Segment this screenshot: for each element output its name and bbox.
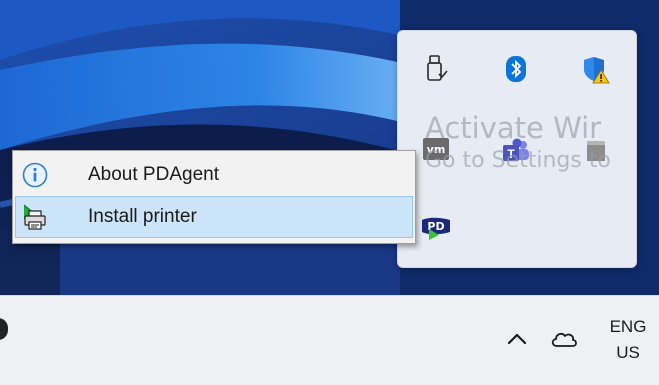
language-code: ENG: [609, 317, 647, 336]
generic-app-icon[interactable]: [580, 135, 612, 167]
info-icon: [20, 160, 50, 190]
onedrive-cloud-icon[interactable]: [548, 327, 580, 351]
printer-install-icon: [20, 202, 50, 232]
windows-security-warning-icon[interactable]: [580, 53, 612, 85]
region-code: US: [616, 343, 640, 362]
pdagent-context-menu: About PDAgent Install printer: [12, 150, 416, 244]
bluetooth-icon[interactable]: [500, 53, 532, 85]
vmware-icon[interactable]: vm: [420, 133, 452, 165]
teams-icon[interactable]: T: [500, 135, 532, 167]
taskbar: ENG US: [0, 295, 659, 385]
svg-text:vm: vm: [427, 143, 446, 156]
tray-overflow-flyout: vm T PD: [397, 30, 637, 268]
pdagent-icon[interactable]: PD: [420, 211, 452, 243]
menu-item-install-printer[interactable]: Install printer: [15, 196, 413, 238]
usb-device-icon[interactable]: [420, 53, 452, 85]
taskbar-partial-icon[interactable]: [0, 318, 8, 340]
language-indicator[interactable]: ENG US: [600, 314, 656, 366]
svg-text:T: T: [507, 147, 515, 161]
menu-item-label: About PDAgent: [88, 164, 219, 185]
desktop-screen: vm T PD Activate Wir Go to Settings to A…: [0, 0, 659, 385]
chevron-up-icon[interactable]: [502, 326, 532, 352]
menu-item-about-pdagent[interactable]: About PDAgent: [15, 154, 413, 196]
menu-item-label: Install printer: [88, 206, 197, 227]
